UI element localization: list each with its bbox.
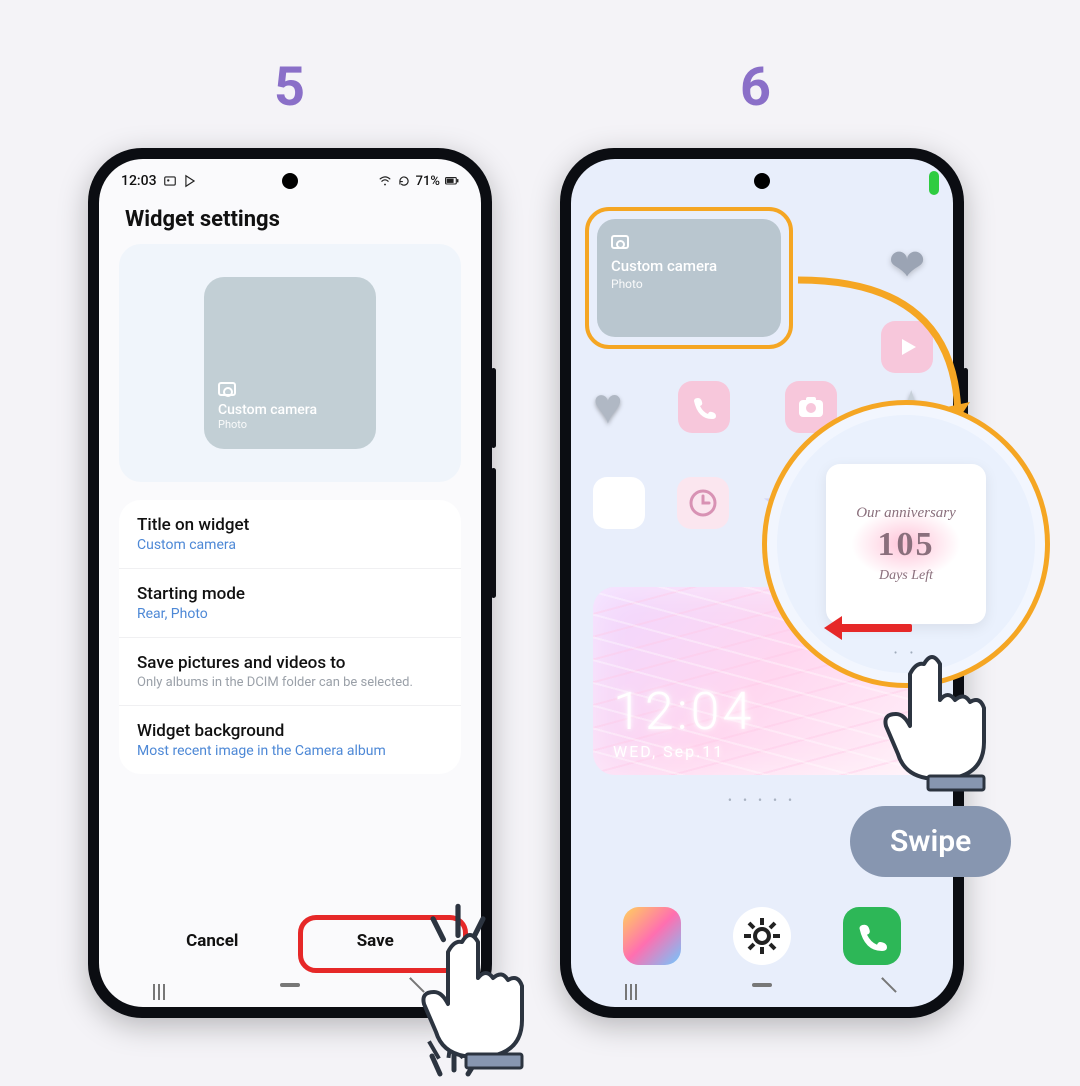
- dialer-app-icon[interactable]: [843, 907, 901, 965]
- settings-app-icon[interactable]: [733, 907, 791, 965]
- camera-icon: [611, 235, 629, 249]
- heart-ornament-icon[interactable]: ♥: [593, 377, 623, 436]
- page-title: Widget settings: [99, 203, 481, 244]
- step-number-6: 6: [740, 56, 771, 119]
- clock-time: 12:04: [613, 681, 911, 742]
- widget-title: Custom camera: [611, 257, 767, 275]
- setting-value: Most recent image in the Camera album: [137, 743, 443, 759]
- countdown-widget: Our anniversary 105 Days Left: [826, 464, 986, 624]
- phone-step-5: 12:03 71% Widget: [88, 148, 492, 1018]
- arrow-left-icon: [838, 624, 912, 632]
- privacy-indicator-icon: [929, 171, 939, 195]
- blank-app-icon[interactable]: [593, 477, 645, 529]
- setting-description: Only albums in the DCIM folder can be se…: [137, 675, 443, 690]
- screen-5: 12:03 71% Widget: [99, 159, 481, 1007]
- clock-app-icon[interactable]: [677, 477, 729, 529]
- page-indicator: • • • • •: [571, 793, 953, 807]
- step-number-5: 5: [274, 56, 305, 119]
- recents-icon[interactable]: [625, 984, 645, 986]
- power-button: [491, 468, 496, 598]
- widget-subtitle: Photo: [218, 418, 362, 431]
- play-store-icon: [183, 174, 197, 188]
- battery-percent: 71%: [416, 174, 440, 189]
- themes-app-icon[interactable]: [623, 907, 681, 965]
- clock-date: WED, Sep.11: [613, 742, 911, 761]
- cancel-button[interactable]: Cancel: [148, 917, 276, 965]
- status-time: 12:03: [121, 173, 157, 189]
- refresh-icon: [397, 174, 411, 188]
- camera-hole: [754, 173, 770, 189]
- settings-list: Title on widget Custom camera Starting m…: [119, 500, 461, 774]
- back-icon[interactable]: [882, 977, 898, 993]
- battery-icon: [445, 174, 459, 188]
- setting-label: Widget background: [137, 721, 443, 741]
- camera-hole: [282, 173, 298, 189]
- widget-highlight-box: Custom camera Photo: [585, 207, 793, 349]
- volume-button: [491, 368, 496, 448]
- home-icon[interactable]: [280, 983, 300, 987]
- swipe-badge: Swipe: [850, 806, 1011, 877]
- custom-camera-widget[interactable]: Custom camera Photo: [597, 219, 781, 337]
- setting-widget-background[interactable]: Widget background Most recent image in t…: [119, 706, 461, 774]
- camera-icon: [218, 382, 236, 396]
- phone-app-icon[interactable]: [678, 381, 730, 433]
- setting-save-location[interactable]: Save pictures and videos to Only albums …: [119, 638, 461, 706]
- setting-label: Title on widget: [137, 515, 443, 535]
- image-icon: [163, 174, 177, 188]
- android-nav-bar: [571, 967, 953, 1003]
- widget-preview-card: Custom camera Photo: [119, 244, 461, 482]
- hand-pointer-icon: [876, 644, 1006, 794]
- wifi-icon: [378, 174, 392, 188]
- widget-title: Custom camera: [218, 402, 362, 418]
- widget-subtitle: Photo: [611, 277, 767, 291]
- setting-label: Starting mode: [137, 584, 443, 604]
- countdown-subtitle: Days Left: [879, 568, 933, 584]
- setting-value: Custom camera: [137, 537, 443, 553]
- setting-label: Save pictures and videos to: [137, 653, 443, 673]
- dock: [571, 907, 953, 965]
- setting-title-on-widget[interactable]: Title on widget Custom camera: [119, 500, 461, 569]
- setting-value: Rear, Photo: [137, 606, 443, 622]
- setting-starting-mode[interactable]: Starting mode Rear, Photo: [119, 569, 461, 638]
- home-icon[interactable]: [752, 983, 772, 987]
- countdown-title: Our anniversary: [856, 505, 956, 522]
- countdown-number: 105: [878, 526, 935, 564]
- recents-icon[interactable]: [153, 984, 173, 986]
- hand-pointer-icon: [414, 922, 544, 1072]
- widget-tile-preview: Custom camera Photo: [204, 277, 376, 449]
